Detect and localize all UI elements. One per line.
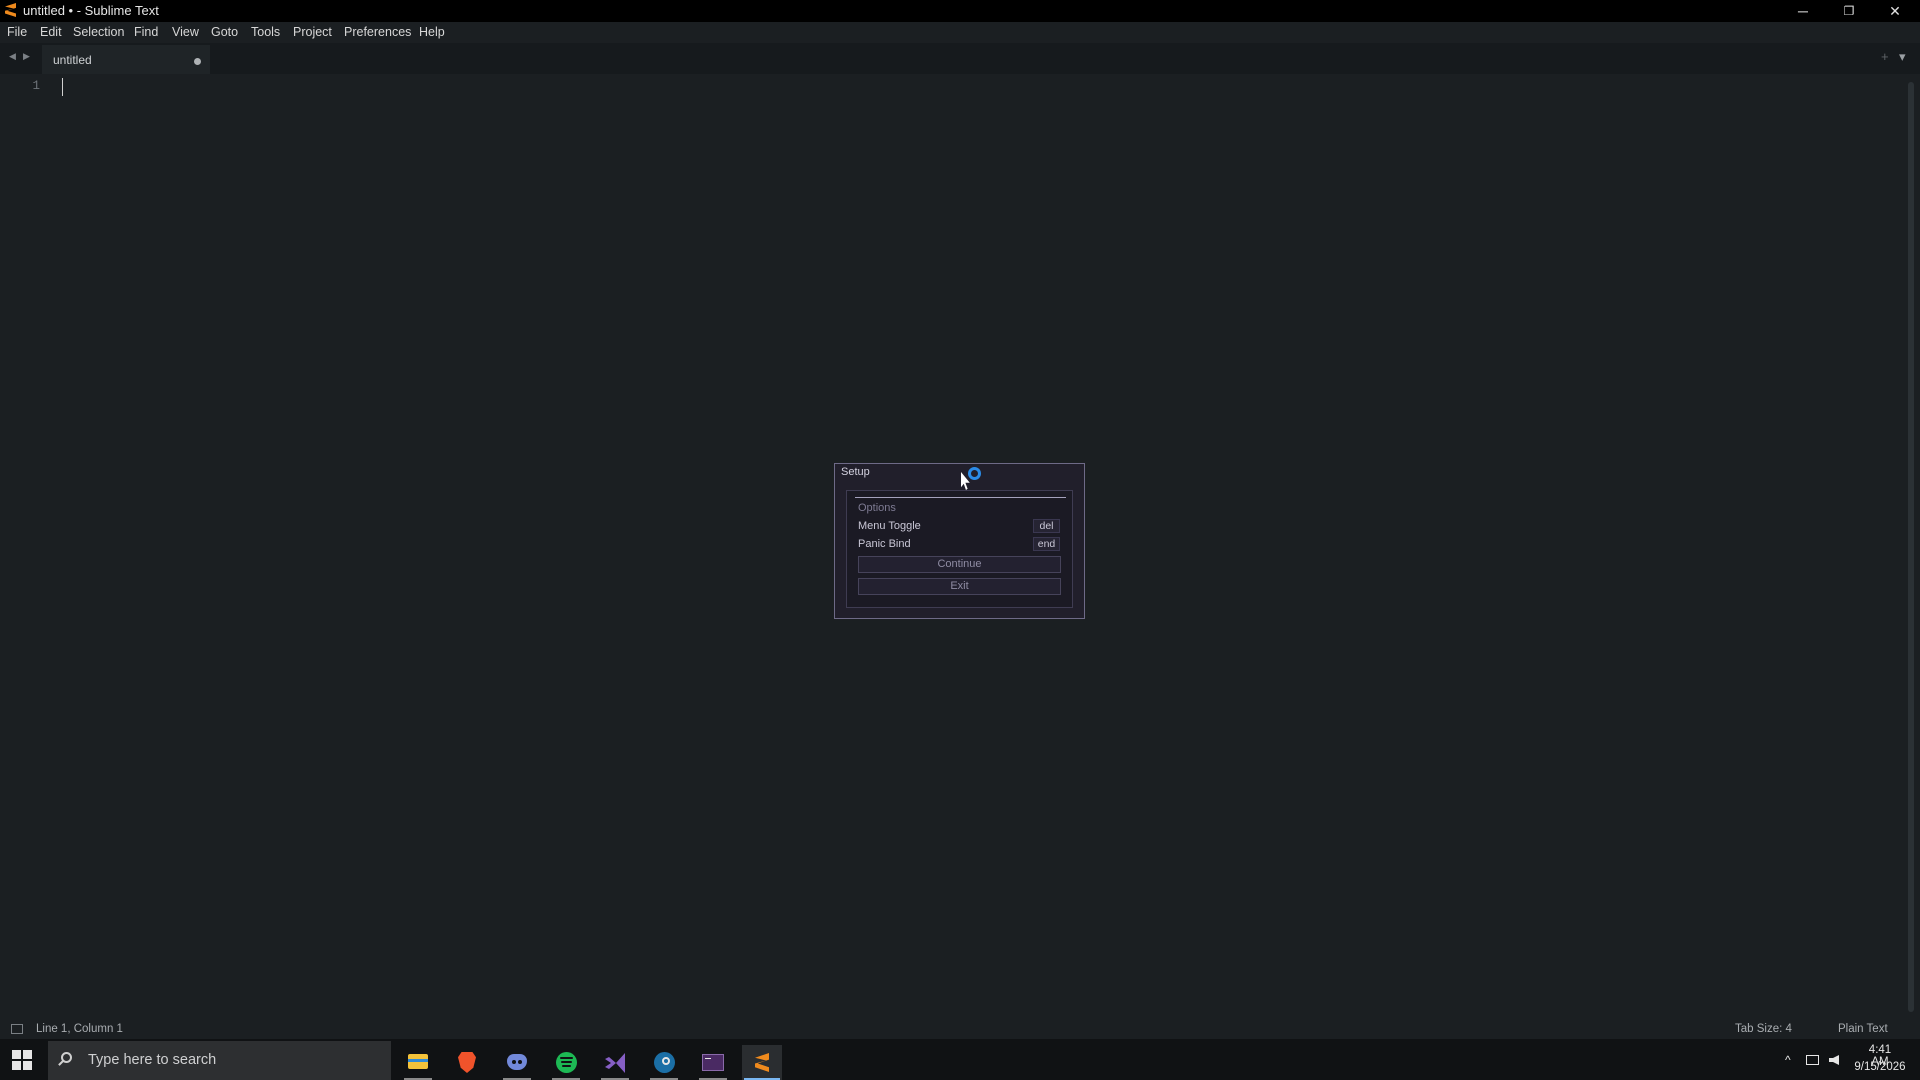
menu-toggle-label: Menu Toggle <box>858 520 921 532</box>
restore-button[interactable]: ❐ <box>1826 0 1872 22</box>
menu-bar <box>0 22 1920 43</box>
continue-button[interactable]: Continue <box>858 556 1061 573</box>
loading-spinner-icon <box>968 467 981 480</box>
menu-goto[interactable]: Goto <box>211 25 238 39</box>
panel-toggle-icon[interactable] <box>11 1024 23 1034</box>
syntax-mode[interactable]: Plain Text <box>1838 1023 1888 1035</box>
unsaved-dot-icon[interactable] <box>194 58 201 65</box>
menu-selection[interactable]: Selection <box>73 25 124 39</box>
dialog-separator <box>855 497 1066 498</box>
sublime-text-taskbar-icon[interactable] <box>742 1045 782 1080</box>
panic-bind-keybind[interactable]: end <box>1033 537 1060 551</box>
tab-overflow-icon[interactable]: ▾ <box>1899 49 1906 65</box>
dialog-title: Setup <box>841 466 870 478</box>
options-heading: Options <box>858 502 896 514</box>
menu-view[interactable]: View <box>172 25 199 39</box>
menu-tools[interactable]: Tools <box>251 25 280 39</box>
menu-help[interactable]: Help <box>419 25 445 39</box>
new-tab-icon[interactable]: + <box>1881 49 1889 64</box>
brave-icon[interactable] <box>447 1045 487 1080</box>
tab-size[interactable]: Tab Size: 4 <box>1735 1023 1792 1035</box>
status-bar <box>0 1019 1920 1039</box>
cursor-position[interactable]: Line 1, Column 1 <box>36 1023 123 1035</box>
search-placeholder: Type here to search <box>88 1052 217 1068</box>
line-number: 1 <box>32 79 40 93</box>
menu-find[interactable]: Find <box>134 25 158 39</box>
title-bar <box>0 0 1920 22</box>
menu-edit[interactable]: Edit <box>40 25 62 39</box>
tab-label: untitled <box>53 53 92 67</box>
panic-bind-label: Panic Bind <box>858 538 911 550</box>
visual-studio-icon[interactable] <box>595 1045 635 1080</box>
steam-icon[interactable] <box>644 1045 684 1080</box>
menu-project[interactable]: Project <box>293 25 332 39</box>
menu-preferences[interactable]: Preferences <box>344 25 411 39</box>
spotify-icon[interactable] <box>546 1045 586 1080</box>
menu-file[interactable]: File <box>7 25 27 39</box>
tab-back-icon[interactable]: ◀ <box>9 51 16 62</box>
file-explorer-icon[interactable] <box>398 1045 438 1080</box>
discord-icon[interactable] <box>497 1045 537 1080</box>
minimize-button[interactable]: ─ <box>1780 0 1826 22</box>
windows-start-icon[interactable] <box>12 1050 32 1070</box>
vertical-scrollbar[interactable] <box>1908 82 1914 1012</box>
menu-toggle-keybind[interactable]: del <box>1033 519 1060 533</box>
tab-forward-icon[interactable]: ▶ <box>23 51 30 62</box>
network-icon[interactable] <box>1806 1055 1819 1065</box>
tray-chevron-icon[interactable]: ^ <box>1785 1053 1791 1067</box>
terminal-icon[interactable] <box>693 1045 733 1080</box>
close-button[interactable]: ✕ <box>1872 0 1918 22</box>
clock-date[interactable]: 9/15/2026 <box>1852 1061 1908 1073</box>
exit-button[interactable]: Exit <box>858 578 1061 595</box>
tab-bar <box>0 43 1920 74</box>
window-title: untitled • - Sublime Text <box>23 3 159 18</box>
